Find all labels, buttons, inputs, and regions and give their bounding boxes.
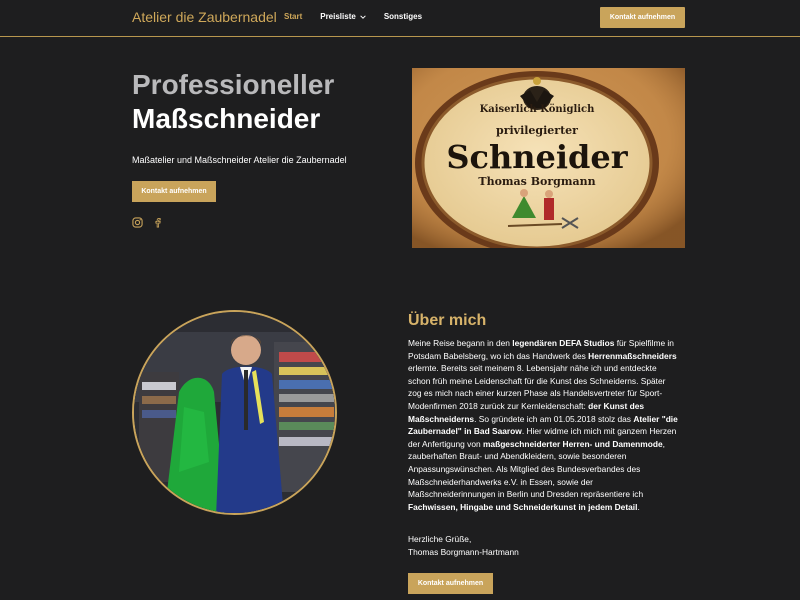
social-links xyxy=(132,217,163,228)
sign-line3: Schneider xyxy=(446,138,628,176)
hero-contact-button[interactable]: Kontakt aufnehmen xyxy=(132,181,216,202)
about-paragraph-text: . So gründete ich am 01.05.2018 stolz da… xyxy=(474,413,634,424)
greeting-line1: Herzliche Grüße, xyxy=(408,534,472,544)
portrait-image xyxy=(132,310,337,515)
nav-item-preisliste[interactable]: Preisliste xyxy=(320,12,366,21)
hero-subtitle: Maßatelier und Maßschneider Atelier die … xyxy=(132,155,347,165)
nav-item-label: Start xyxy=(284,12,303,21)
facebook-icon[interactable] xyxy=(152,217,163,228)
about-title: Über mich xyxy=(408,312,487,329)
sign-line1: Kaiserlich Königlich xyxy=(480,104,596,115)
hero-title-line2: Maßschneider xyxy=(132,103,321,134)
about-contact-button[interactable]: Kontakt aufnehmen xyxy=(408,573,493,594)
brand-logo-text[interactable]: Atelier die Zaubernadel xyxy=(132,9,277,25)
about-paragraph-text: Meine Reise begann in den xyxy=(408,338,513,348)
nav-item-label: Preisliste xyxy=(320,12,356,21)
about-paragraph-bold: legendären DEFA Studios xyxy=(512,338,615,348)
hero-title-line1: Professioneller xyxy=(132,69,335,100)
portrait-illustration xyxy=(134,312,335,513)
instagram-icon[interactable] xyxy=(132,217,143,228)
nav-item-sonstiges[interactable]: Sonstiges xyxy=(384,12,422,21)
sign-line2: privilegierter xyxy=(496,124,578,137)
about-greeting: Herzliche Grüße, Thomas Borgmann-Hartman… xyxy=(408,533,519,558)
nav-item-start[interactable]: Start xyxy=(284,12,302,21)
header-contact-button[interactable]: Kontakt aufnehmen xyxy=(600,7,685,28)
chevron-down-icon xyxy=(360,14,366,19)
greeting-signature: Thomas Borgmann-Hartmann xyxy=(408,546,519,557)
sign-illustration: Kaiserlich Königlich privilegierter Schn… xyxy=(412,68,685,248)
nav-item-label: Sonstiges xyxy=(383,12,423,21)
sign-line4: Thomas Borgmann xyxy=(478,175,595,188)
hero-title: Professioneller Maßschneider xyxy=(132,68,334,136)
about-paragraph: Meine Reise begann in den legendären DEF… xyxy=(408,337,680,513)
main-nav: Start Preisliste Sonstiges xyxy=(284,12,422,21)
about-paragraph-bold: Herrenmaßschneiders xyxy=(588,350,677,361)
about-paragraph-bold: maßgeschneiderter Herren- und Damenmode xyxy=(482,438,663,449)
about-paragraph-bold: Fachwissen, Hingabe und Schneiderkunst i… xyxy=(408,501,638,512)
about-paragraph-text: . xyxy=(637,501,640,512)
site-header: Atelier die Zaubernadel Start Preisliste… xyxy=(0,0,800,37)
tailor-sign-image: Kaiserlich Königlich privilegierter Schn… xyxy=(412,68,685,248)
